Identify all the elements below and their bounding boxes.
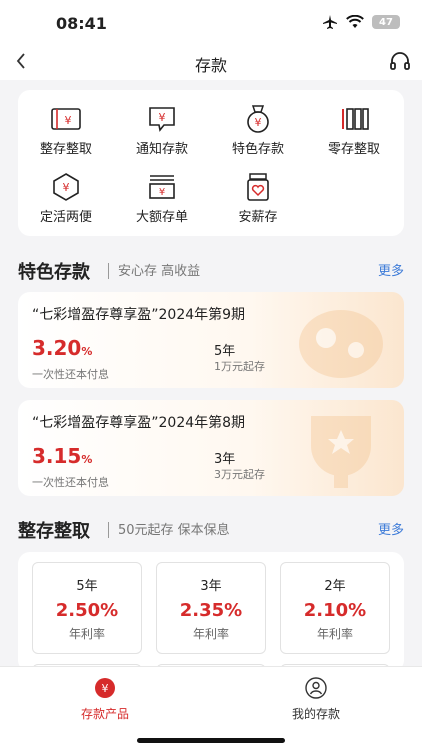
grid-item-label: 特色存款	[231, 142, 284, 157]
rate-value: 2.10%	[303, 600, 367, 621]
product-card[interactable]: “七彩增盈存尊享盈”2024年第8期 3.15% 一次性还本付息 3年 3万元起…	[18, 400, 404, 496]
rate-grid: 5年 2.50% 年利率 3年 2.35% 年利率 2年 2.10% 年利率	[18, 552, 404, 672]
status-time: 08:41	[56, 14, 107, 33]
rate-term: 5年	[76, 579, 98, 594]
grid-item-large-certificate[interactable]: ¥ 大额存单	[114, 172, 210, 232]
svg-text:¥: ¥	[63, 181, 70, 194]
product-card[interactable]: “七彩增盈存尊享盈”2024年第9期 3.20% 一次性还本付息 5年 1万元起…	[18, 292, 404, 388]
status-icons: 47	[322, 14, 400, 30]
svg-text:¥: ¥	[159, 111, 166, 124]
rate-value: 2.50%	[55, 600, 119, 621]
product-rate-unit: %	[81, 345, 93, 358]
tab-label: 存款产品	[80, 707, 129, 721]
svg-text:¥: ¥	[255, 116, 262, 129]
battery-indicator: 47	[372, 15, 400, 29]
featured-section-header: 特色存款 安心存 高收益 更多	[18, 258, 404, 288]
section-title: 特色存款	[18, 262, 90, 283]
fixed-more-link[interactable]: 更多	[378, 519, 404, 538]
heart-jar-icon	[247, 173, 269, 201]
svg-text:¥: ¥	[65, 114, 72, 127]
product-title: “七彩增盈存尊享盈”2024年第9期	[32, 307, 246, 323]
headset-icon[interactable]	[388, 49, 412, 73]
grid-item-lump-sum[interactable]: ¥ 整存整取	[18, 104, 114, 164]
airplane-icon	[323, 15, 337, 29]
rate-box[interactable]: 3年 2.35% 年利率	[156, 562, 266, 654]
yuan-circle-icon: ¥	[95, 678, 115, 698]
page-title: 存款	[194, 56, 227, 75]
grid-item-label: 大额存单	[135, 210, 188, 225]
rate-label: 年利率	[68, 627, 105, 641]
section-divider	[108, 263, 109, 279]
product-rate-desc: 一次性还本付息	[32, 368, 109, 381]
product-rate-desc: 一次性还本付息	[32, 476, 109, 489]
stack-yuan-icon: ¥	[149, 175, 175, 199]
wifi-icon	[346, 15, 364, 28]
hexagon-yuan-icon: ¥	[53, 173, 79, 201]
product-min-amount: 3万元起存	[214, 468, 265, 481]
product-rate-value: 3.15	[32, 444, 82, 468]
tab-my-deposits[interactable]: 我的存款	[256, 677, 376, 722]
grid-item-label: 通知存款	[135, 142, 188, 157]
deposit-type-grid: ¥ 整存整取 ¥ 通知存款 ¥ 特色存款 零存整取 ¥ 定活两便 ¥ 大额存单 …	[18, 90, 404, 236]
grid-item-label: 定活两便	[39, 210, 92, 225]
grid-item-featured-deposit[interactable]: ¥ 特色存款	[210, 104, 306, 164]
passbook-yuan-icon: ¥	[51, 108, 81, 130]
home-indicator	[137, 738, 285, 743]
status-bar: 08:41 47	[0, 0, 422, 44]
svg-text:¥: ¥	[102, 682, 109, 695]
tab-deposit-products[interactable]: ¥ 存款产品	[45, 677, 165, 722]
rate-term: 3年	[200, 579, 222, 594]
section-subtitle: 50元起存 保本保息	[118, 523, 230, 538]
product-term: 3年	[214, 452, 236, 467]
product-rate: 3.15%	[32, 444, 92, 468]
message-yuan-icon: ¥	[149, 107, 175, 132]
svg-text:¥: ¥	[159, 187, 165, 198]
rate-value: 2.35%	[179, 600, 243, 621]
grid-item-salary-deposit[interactable]: 安薪存	[210, 172, 306, 232]
product-title: “七彩增盈存尊享盈”2024年第8期	[32, 415, 246, 431]
product-term: 5年	[214, 344, 236, 359]
fixed-section-header: 整存整取 50元起存 保本保息 更多	[18, 517, 404, 547]
treasure-decoration-icon	[299, 310, 383, 378]
product-rate-unit: %	[81, 453, 93, 466]
rate-label: 年利率	[316, 627, 353, 641]
product-min-amount: 1万元起存	[214, 360, 265, 373]
section-subtitle: 安心存 高收益	[118, 264, 201, 279]
nav-bar: 存款	[0, 44, 422, 80]
tab-label: 我的存款	[291, 707, 340, 721]
grid-item-installment-deposit[interactable]: 零存整取	[306, 104, 402, 164]
medal-yuan-icon: ¥	[247, 105, 269, 133]
product-rate-value: 3.20	[32, 336, 82, 360]
grid-item-notice-deposit[interactable]: ¥ 通知存款	[114, 104, 210, 164]
rate-term: 2年	[324, 579, 346, 594]
grid-item-flexible-deposit[interactable]: ¥ 定活两便	[18, 172, 114, 232]
trophy-decoration-icon	[311, 416, 371, 488]
grid-item-label: 零存整取	[327, 142, 380, 157]
rate-box[interactable]: 5年 2.50% 年利率	[32, 562, 142, 654]
rate-box[interactable]: 2年 2.10% 年利率	[280, 562, 390, 654]
grid-item-label: 整存整取	[39, 142, 92, 157]
featured-more-link[interactable]: 更多	[378, 260, 404, 279]
grid-item-label: 安薪存	[238, 210, 278, 225]
section-title: 整存整取	[18, 521, 90, 542]
section-divider	[108, 522, 109, 538]
user-circle-icon	[305, 677, 327, 699]
bars-icon	[342, 108, 369, 130]
rate-label: 年利率	[192, 627, 229, 641]
product-rate: 3.20%	[32, 336, 92, 360]
